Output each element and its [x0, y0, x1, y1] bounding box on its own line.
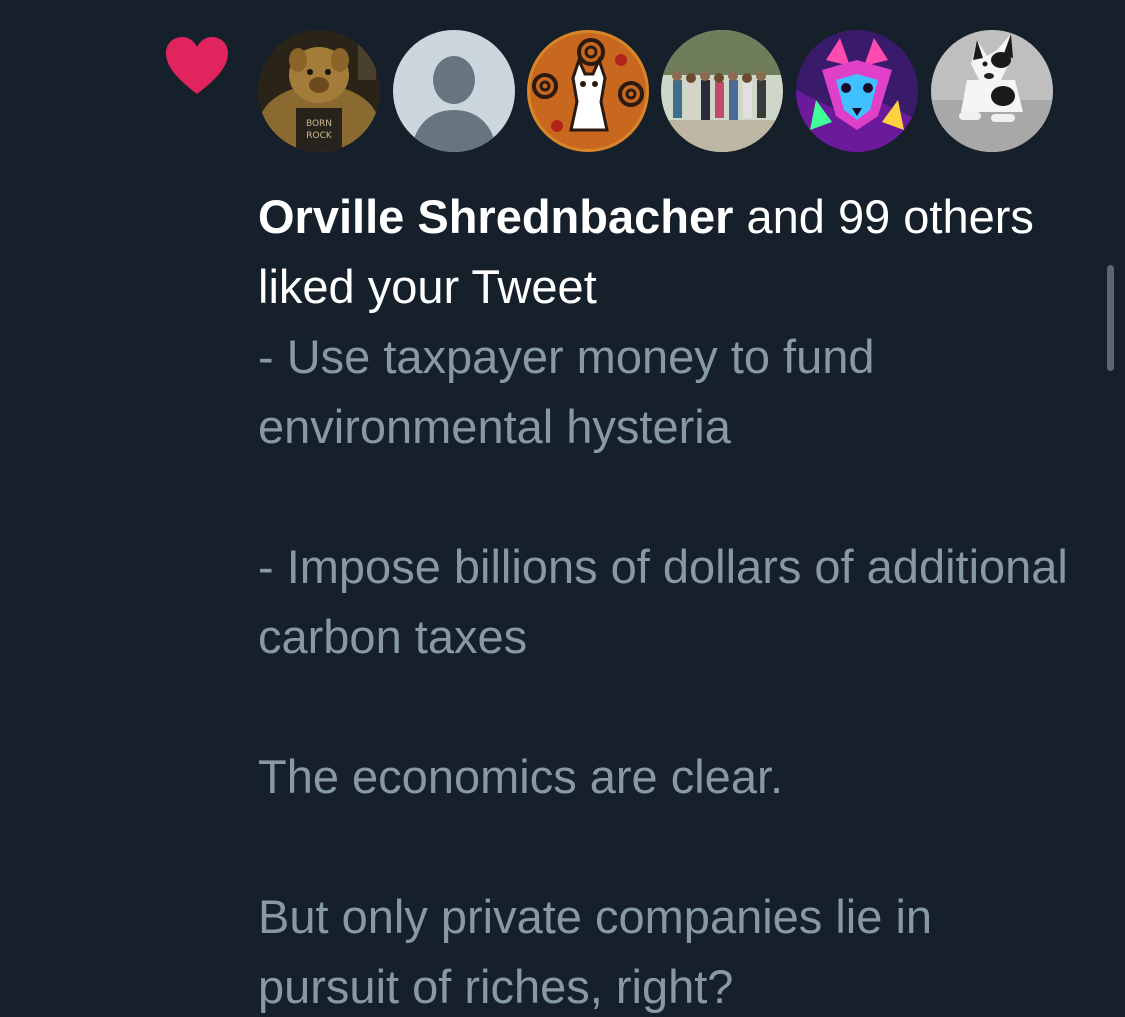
- tweet-line: - Use taxpayer money to fund environment…: [258, 330, 875, 453]
- tweet-line: The economics are clear.: [258, 750, 784, 803]
- liker-avatars: BORN ROCK: [258, 30, 1058, 154]
- tweet-line: - Impose billions of dollars of addition…: [258, 540, 1068, 663]
- svg-text:ROCK: ROCK: [306, 131, 333, 141]
- scrollbar-thumb[interactable]: [1107, 265, 1114, 371]
- notification-headline: Orville Shrednbacher and 99 others liked…: [258, 182, 1078, 322]
- svg-text:BORN: BORN: [306, 119, 332, 129]
- tweet-preview[interactable]: - Use taxpayer money to fund environment…: [258, 322, 1078, 1017]
- avatar-plush-doll[interactable]: BORN ROCK: [258, 30, 380, 152]
- avatar-dog[interactable]: [931, 30, 1053, 152]
- avatar-default-placeholder[interactable]: [393, 30, 515, 152]
- heart-icon: [166, 37, 228, 94]
- avatar-neon-fox[interactable]: [796, 30, 918, 152]
- liker-name-link[interactable]: Orville Shrednbacher: [258, 190, 733, 243]
- tweet-line: But only private companies lie in pursui…: [258, 890, 933, 1013]
- like-notification[interactable]: BORN ROCK Orville Shrednbacher and 99 ot…: [0, 0, 1125, 1017]
- avatar-celtic-cat[interactable]: [527, 30, 649, 152]
- avatar-group-photo[interactable]: [661, 30, 783, 152]
